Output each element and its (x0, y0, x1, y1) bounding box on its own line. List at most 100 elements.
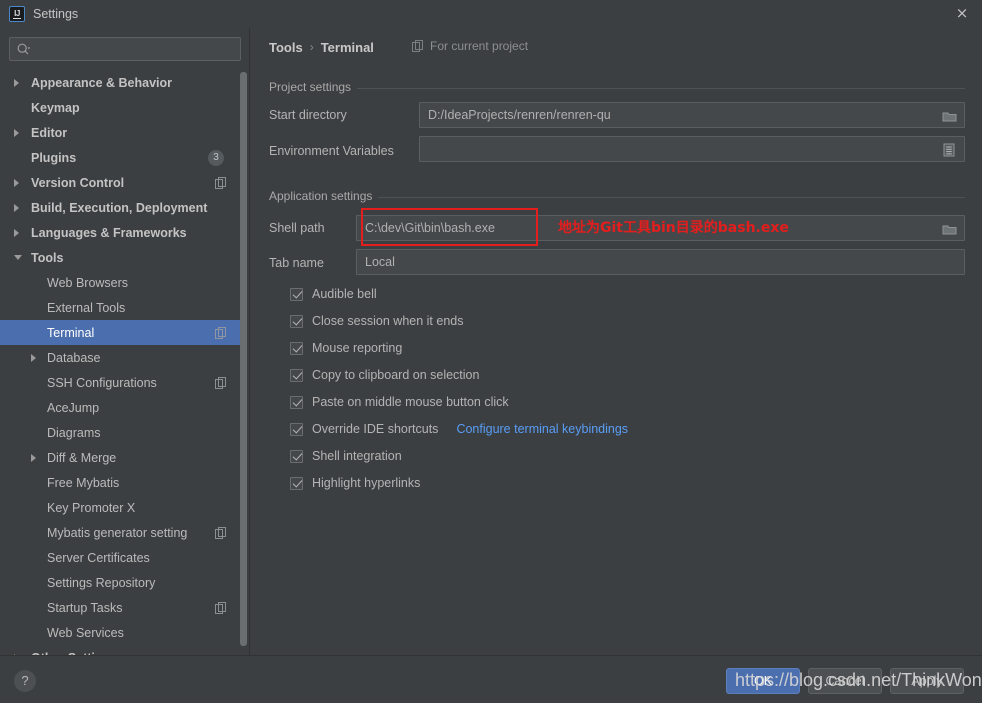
sidebar-item-settings-repository[interactable]: Settings Repository (0, 570, 242, 595)
sidebar-item-label: Startup Tasks (47, 600, 123, 615)
plugins-count-badge: 3 (208, 149, 224, 166)
sidebar-item-terminal[interactable]: Terminal (0, 320, 242, 345)
checkbox-copy-to-clipboard-on-selection[interactable] (290, 368, 303, 382)
search-box[interactable] (9, 37, 241, 61)
tab-name-label: Tab name (269, 256, 324, 270)
chevron-right-icon[interactable] (14, 228, 19, 237)
sidebar-item-ssh-configurations[interactable]: SSH Configurations (0, 370, 242, 395)
sidebar-item-label: AceJump (47, 400, 100, 415)
sidebar-item-acejump[interactable]: AceJump (0, 395, 242, 420)
tab-name-input[interactable] (357, 254, 964, 270)
sidebar-item-startup-tasks[interactable]: Startup Tasks (0, 595, 242, 620)
checkbox-label[interactable]: Audible bell (312, 287, 377, 301)
sidebar-scrollbar[interactable] (240, 70, 247, 653)
checkbox-paste-on-middle-mouse-button-click[interactable] (290, 395, 303, 409)
sidebar-item-label: Server Certificates (47, 550, 150, 565)
scope-note-label: For current project (430, 39, 529, 53)
sidebar-item-keymap[interactable]: Keymap (0, 95, 242, 120)
sidebar-item-diagrams[interactable]: Diagrams (0, 420, 242, 445)
sidebar-item-plugins[interactable]: Plugins 3 (0, 145, 242, 170)
sidebar-item-label: Tools (31, 250, 64, 265)
checkbox-row: Close session when it ends (290, 313, 463, 329)
sidebar-item-label: Plugins (31, 150, 77, 165)
sidebar-item-label: Key Promoter X (47, 500, 136, 515)
chevron-right-icon[interactable] (31, 353, 36, 362)
apply-button[interactable]: Apply (890, 668, 964, 694)
title-bar: Settings × (0, 0, 982, 28)
sidebar-item-tools[interactable]: Tools (0, 245, 242, 270)
environment-variables-field[interactable] (419, 136, 965, 162)
checkbox-row: Paste on middle mouse button click (290, 394, 509, 410)
sidebar-item-build-execution-deployment[interactable]: Build, Execution, Deployment (0, 195, 242, 220)
chevron-right-icon[interactable] (14, 203, 19, 212)
search-container (9, 37, 241, 61)
checkbox-highlight-hyperlinks[interactable] (290, 476, 303, 490)
cancel-button[interactable]: Cancel (808, 668, 882, 694)
sidebar-item-server-certificates[interactable]: Server Certificates (0, 545, 242, 570)
sidebar-item-label: Diagrams (47, 425, 101, 440)
breadcrumb-parent[interactable]: Tools (269, 40, 303, 55)
checkbox-shell-integration[interactable] (290, 449, 303, 463)
chevron-right-icon[interactable] (14, 178, 19, 187)
checkbox-audible-bell[interactable] (290, 287, 303, 301)
sidebar-scrollbar-thumb[interactable] (240, 72, 247, 646)
sidebar-item-other-settings[interactable]: Other Settings (0, 645, 242, 655)
chevron-down-icon[interactable] (14, 255, 22, 260)
sidebar-item-editor[interactable]: Editor (0, 120, 242, 145)
checkbox-label[interactable]: Copy to clipboard on selection (312, 368, 479, 382)
window-title: Settings (33, 7, 79, 21)
checkbox-row: Mouse reporting (290, 340, 402, 356)
sidebar-item-mybatis-generator-setting[interactable]: Mybatis generator setting (0, 520, 242, 545)
sidebar-item-database[interactable]: Database (0, 345, 242, 370)
start-directory-browse-button[interactable] (935, 104, 963, 128)
sidebar-item-free-mybatis[interactable]: Free Mybatis (0, 470, 242, 495)
environment-variables-input[interactable] (420, 141, 964, 157)
project-scope-icon (215, 601, 227, 614)
sidebar-item-label: Settings Repository (47, 575, 156, 590)
ok-button[interactable]: OK (726, 668, 800, 694)
checkbox-row: Copy to clipboard on selection (290, 367, 479, 383)
configure-terminal-keybindings-link[interactable]: Configure terminal keybindings (456, 422, 628, 436)
environment-variables-edit-button[interactable] (935, 138, 963, 162)
annotation-text: 地址为Git工具bin目录的bash.exe (558, 220, 789, 236)
sidebar-item-languages-frameworks[interactable]: Languages & Frameworks (0, 220, 242, 245)
sidebar-item-label: Mybatis generator setting (47, 525, 188, 540)
sidebar-item-external-tools[interactable]: External Tools (0, 295, 242, 320)
checkbox-close-session-when-it-ends[interactable] (290, 314, 303, 328)
sidebar-item-diff-merge[interactable]: Diff & Merge (0, 445, 242, 470)
sidebar-item-key-promoter-x[interactable]: Key Promoter X (0, 495, 242, 520)
folder-icon (942, 112, 956, 121)
sidebar-item-label: Web Services (47, 625, 124, 640)
checkbox-label[interactable]: Highlight hyperlinks (312, 476, 420, 490)
sidebar-item-web-services[interactable]: Web Services (0, 620, 242, 645)
sidebar-item-version-control[interactable]: Version Control (0, 170, 242, 195)
main-panel: Tools › Terminal For current project Pro… (250, 28, 982, 655)
sidebar-item-appearance-behavior[interactable]: Appearance & Behavior (0, 70, 242, 95)
chevron-right-icon[interactable] (14, 128, 19, 137)
sidebar-item-label: Diff & Merge (47, 450, 117, 465)
settings-tree[interactable]: Appearance & Behavior Keymap Editor Plugins… (0, 70, 242, 655)
shell-path-browse-button[interactable] (935, 217, 963, 241)
sidebar-item-web-browsers[interactable]: Web Browsers (0, 270, 242, 295)
chevron-right-icon[interactable] (14, 78, 19, 87)
checkbox-label[interactable]: Close session when it ends (312, 314, 463, 328)
start-directory-field[interactable] (419, 102, 965, 128)
checkbox-override-ide-shortcuts[interactable] (290, 422, 303, 436)
chevron-right-icon[interactable] (31, 453, 36, 462)
checkbox-label[interactable]: Mouse reporting (312, 341, 402, 355)
breadcrumb: Tools › Terminal (269, 38, 374, 56)
checkbox-label[interactable]: Override IDE shortcuts (312, 422, 438, 436)
search-input[interactable] (36, 38, 236, 60)
close-icon[interactable]: × (954, 6, 970, 22)
checkbox-label[interactable]: Paste on middle mouse button click (312, 395, 509, 409)
checkbox-mouse-reporting[interactable] (290, 341, 303, 355)
tab-name-field[interactable] (356, 249, 965, 275)
start-directory-input[interactable] (420, 107, 964, 123)
checkbox-label[interactable]: Shell integration (312, 449, 402, 463)
project-scope-icon (215, 526, 227, 539)
project-scope-icon (215, 176, 227, 189)
list-icon (943, 143, 955, 157)
project-scope-icon (215, 326, 227, 339)
help-button[interactable]: ? (14, 670, 36, 692)
search-icon (17, 43, 31, 56)
